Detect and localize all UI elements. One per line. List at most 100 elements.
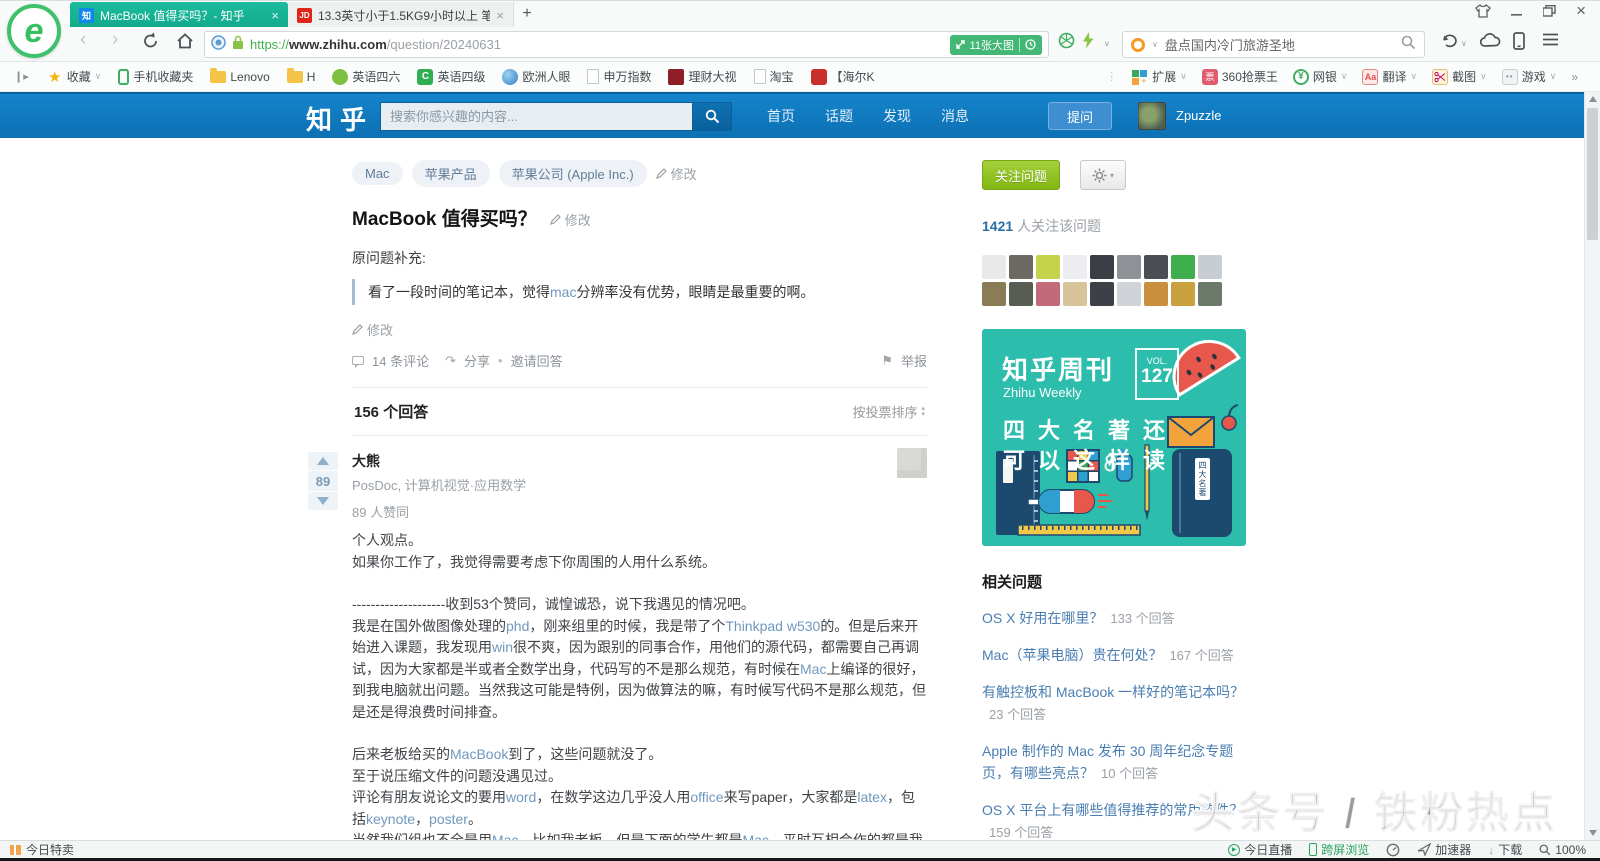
bookmark-item[interactable]: 【海尔K	[810, 68, 875, 85]
more-bookmarks-icon[interactable]: »	[1571, 70, 1578, 84]
inline-link[interactable]: office	[690, 789, 723, 805]
browser-logo[interactable]: e	[7, 4, 61, 58]
follower-avatar[interactable]	[1036, 255, 1060, 279]
scrollbar-down-arrow[interactable]	[1589, 830, 1597, 836]
invite-answer-link[interactable]: 邀请回答	[511, 351, 563, 370]
inline-link[interactable]: Mac	[492, 832, 518, 840]
inline-link[interactable]: phd	[506, 618, 529, 634]
downvote-button[interactable]	[308, 492, 338, 510]
maximize-icon[interactable]	[1543, 5, 1556, 17]
extension-item[interactable]: Aa 翻译 ∨	[1362, 68, 1417, 85]
site-info-icon[interactable]	[211, 34, 226, 55]
daily-deals-item[interactable]: 今日特卖	[10, 841, 74, 858]
inline-link[interactable]: win	[492, 639, 513, 655]
follower-avatar[interactable]	[1171, 255, 1195, 279]
download-item[interactable]: ↓ 下载	[1488, 841, 1522, 858]
images-count-badge[interactable]: 11张大图	[949, 34, 1042, 55]
inline-link[interactable]: keynote	[366, 811, 415, 827]
theme-shirt-icon[interactable]	[1475, 4, 1491, 18]
phone-icon[interactable]	[1513, 32, 1525, 55]
bookmark-item[interactable]: 申万指数	[587, 68, 651, 85]
bookmark-item[interactable]: 淘宝	[753, 68, 794, 85]
sidebar-toggle-icon[interactable]: ❙▸	[14, 70, 29, 83]
follower-avatar[interactable]	[1117, 282, 1141, 306]
user-avatar[interactable]	[1138, 102, 1166, 130]
search-icon[interactable]	[1401, 35, 1416, 55]
follower-avatar[interactable]	[1198, 282, 1222, 306]
extension-item[interactable]: + 扩展 ∨	[1132, 68, 1187, 85]
back-icon[interactable]: ‹	[80, 29, 86, 51]
upvote-button[interactable]	[308, 452, 338, 470]
browser-search-box[interactable]: ∨ 盘点国内冷门旅游圣地	[1122, 31, 1425, 58]
forward-icon[interactable]: ›	[112, 29, 118, 51]
bookmark-item[interactable]: ★ 收藏 ∨	[47, 68, 101, 86]
follower-avatar[interactable]	[1171, 282, 1195, 306]
live-item[interactable]: ▶ 今日直播	[1228, 841, 1292, 858]
scrollbar[interactable]	[1584, 92, 1600, 840]
cross-screen-item[interactable]: 跨屏浏览	[1309, 841, 1369, 858]
accelerator-item[interactable]: 加速器	[1417, 841, 1471, 858]
bookmark-item[interactable]: 英语四六	[332, 68, 400, 85]
zhihu-search-button[interactable]	[692, 102, 732, 131]
minimize-icon[interactable]	[1511, 5, 1523, 17]
aperture-icon[interactable]	[1058, 32, 1075, 54]
follower-avatar[interactable]	[1009, 282, 1033, 306]
nav-messages[interactable]: 消息	[926, 94, 984, 138]
extension-item[interactable]: •• 游戏 ∨	[1501, 68, 1556, 85]
follow-question-button[interactable]: 关注问题	[982, 160, 1060, 190]
related-question-link[interactable]: OS X 好用在哪里？	[982, 610, 1103, 626]
follower-avatar[interactable]	[982, 255, 1006, 279]
search-query-text[interactable]: 盘点国内冷门旅游圣地	[1165, 35, 1394, 54]
related-question-link[interactable]: Mac（苹果电脑）贵在何处？	[982, 647, 1162, 663]
zhihu-search-input[interactable]	[380, 102, 692, 131]
follower-avatar[interactable]	[1063, 282, 1087, 306]
nav-explore[interactable]: 发现	[868, 94, 926, 138]
new-tab-button[interactable]: +	[514, 2, 540, 28]
tab-jd[interactable]: JD 13.3英寸小于1.5KG9小时以上 笔 ×	[288, 2, 514, 28]
bookmark-item[interactable]: H	[286, 67, 315, 84]
bookmark-item[interactable]: 欧洲人眼	[502, 68, 570, 85]
tab-zhihu[interactable]: 知 MacBook 值得买吗？- 知乎 ×	[70, 2, 288, 28]
report-link[interactable]: 举报	[901, 351, 927, 370]
inline-link[interactable]: MacBook	[450, 746, 508, 762]
question-settings-button[interactable]: ▾	[1080, 160, 1126, 190]
bookmark-item[interactable]: C 英语四级	[417, 68, 485, 85]
address-bar[interactable]: https://www.zhihu.com/question/20240631 …	[204, 31, 1049, 58]
follower-avatar[interactable]	[1144, 282, 1168, 306]
related-question-link[interactable]: 有触控板和 MacBook 一样好的笔记本吗？	[982, 684, 1244, 700]
share-link[interactable]: 分享	[464, 351, 490, 370]
speed-test-item[interactable]	[1386, 843, 1400, 857]
follower-avatar[interactable]	[1063, 255, 1087, 279]
extension-item[interactable]: 截图 ∨	[1432, 68, 1487, 85]
bookmark-item[interactable]: 手机收藏夹	[118, 68, 193, 85]
answer-author[interactable]: 大熊	[352, 451, 927, 471]
username[interactable]: Zpuzzle	[1176, 108, 1222, 123]
scrollbar-thumb[interactable]	[1587, 108, 1598, 240]
follower-avatar[interactable]	[1117, 255, 1141, 279]
follower-avatar[interactable]	[1009, 255, 1033, 279]
ask-question-button[interactable]: 提问	[1048, 102, 1112, 130]
inline-link[interactable]: mac	[550, 284, 576, 300]
zhihu-logo[interactable]: 知乎	[306, 100, 374, 137]
bookmark-item[interactable]: Lenovo	[210, 67, 270, 84]
refresh-icon[interactable]	[142, 32, 160, 55]
comments-link[interactable]: 14 条评论	[372, 351, 429, 370]
inline-link[interactable]: latex	[857, 789, 887, 805]
follower-avatar[interactable]	[1090, 255, 1114, 279]
lightning-icon[interactable]	[1082, 32, 1095, 54]
edit-question-link[interactable]: 修改	[352, 320, 393, 339]
zoom-item[interactable]: 100%	[1539, 843, 1586, 857]
tab-close-icon[interactable]: ×	[496, 8, 504, 23]
inline-link[interactable]: Mac	[800, 661, 826, 677]
topic-tag[interactable]: 苹果产品	[411, 160, 490, 187]
nav-topics[interactable]: 话题	[810, 94, 868, 138]
bookmark-item[interactable]: 理财大视	[668, 68, 737, 85]
follower-avatar[interactable]	[1198, 255, 1222, 279]
extension-item[interactable]: ¥ 网银 ∨	[1292, 68, 1347, 85]
chevron-down-icon[interactable]: ∨	[1461, 39, 1467, 48]
zhihu-weekly-banner[interactable]: 知乎周刊 Zhihu Weekly VOL. 127 四大名著还 可以这样读 四…	[982, 329, 1246, 546]
inline-link[interactable]: Mac	[742, 832, 768, 840]
edit-title-link[interactable]: 修改	[549, 210, 591, 229]
close-icon[interactable]: ×	[1576, 2, 1586, 19]
tab-close-icon[interactable]: ×	[271, 8, 279, 23]
